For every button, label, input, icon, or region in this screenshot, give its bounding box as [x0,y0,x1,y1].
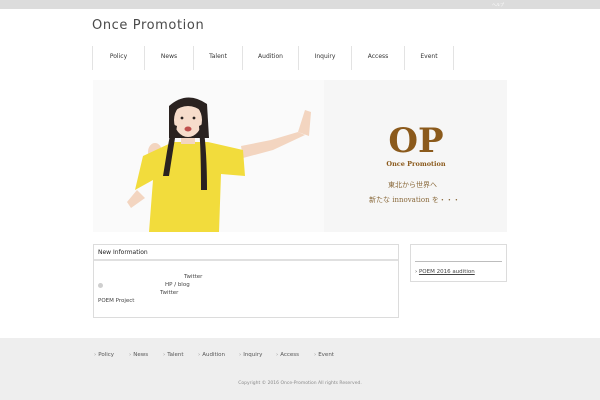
chevron-right-icon: › [239,352,242,358]
logo-text: Once Promotion [386,160,445,168]
footer-nav-talent[interactable]: › Talent [163,352,198,358]
chevron-right-icon: › [198,352,201,358]
chevron-right-icon: › [276,352,279,358]
footer-nav-news[interactable]: › News [129,352,163,358]
nav-access[interactable]: Access [351,46,404,70]
once-promotion-logo: OP Once Promotion [386,121,445,168]
footer-nav-audition[interactable]: › Audition [198,352,239,358]
hero-banner: OP Once Promotion 東北から世界へ 新たな innovation… [93,80,507,232]
new-information-heading: New Information [94,245,398,261]
main-nav: Policy News Talent Audition Inquiry Acce… [92,46,454,70]
copyright-text: Copyright © 2016 Once-Promotion All righ… [238,381,362,386]
new-information-panel: New Information Twitter HP / blog Twitte… [93,244,399,318]
info-twitter-link-2[interactable]: Twitter [160,290,178,296]
info-separator: / [174,282,177,288]
footer-nav-access[interactable]: › Access [276,352,314,358]
site-title[interactable]: Once Promotion [92,18,204,33]
sidebar-widget: › POEM 2016 audition [410,244,507,282]
nav-inquiry[interactable]: Inquiry [298,46,351,70]
chevron-right-icon: › [415,269,418,275]
nav-news[interactable]: News [144,46,193,70]
hero-logo-panel: OP Once Promotion 東北から世界へ 新たな innovation… [324,80,507,232]
top-bar: ヘルプ [0,0,600,9]
tagline-line1: 東北から世界へ [388,181,437,189]
top-bar-link[interactable]: ヘルプ [492,0,504,9]
girl-illustration [127,97,311,232]
nav-policy[interactable]: Policy [92,46,144,70]
logo-letters: OP [388,121,443,161]
chevron-right-icon: › [94,352,97,358]
nav-talent[interactable]: Talent [193,46,242,70]
footer-nav-inquiry[interactable]: › Inquiry [239,352,276,358]
chevron-right-icon: › [129,352,132,358]
footer-nav: › Policy › News › Talent › Audition › Inquiry… [94,352,349,358]
nav-audition[interactable]: Audition [242,46,298,70]
chevron-right-icon: › [314,352,317,358]
info-twitter-link-1[interactable]: Twitter [184,274,202,280]
tagline-line2: 新たな innovation を・・・ [369,196,460,204]
bullet-icon [98,283,103,288]
chevron-right-icon: › [163,352,166,358]
hero-photo [93,80,324,232]
info-blog-link[interactable]: blog [178,282,190,288]
footer-nav-policy[interactable]: › Policy [94,352,129,358]
nav-event[interactable]: Event [404,46,454,70]
info-poem-project: POEM Project [98,298,135,304]
footer: › Policy › News › Talent › Audition › Inquiry… [0,338,600,400]
sidebar-divider [415,261,502,262]
sidebar-link-poem-audition[interactable]: › POEM 2016 audition [415,269,475,275]
info-hp-link[interactable]: HP [165,282,172,288]
footer-nav-event[interactable]: › Event [314,352,349,358]
